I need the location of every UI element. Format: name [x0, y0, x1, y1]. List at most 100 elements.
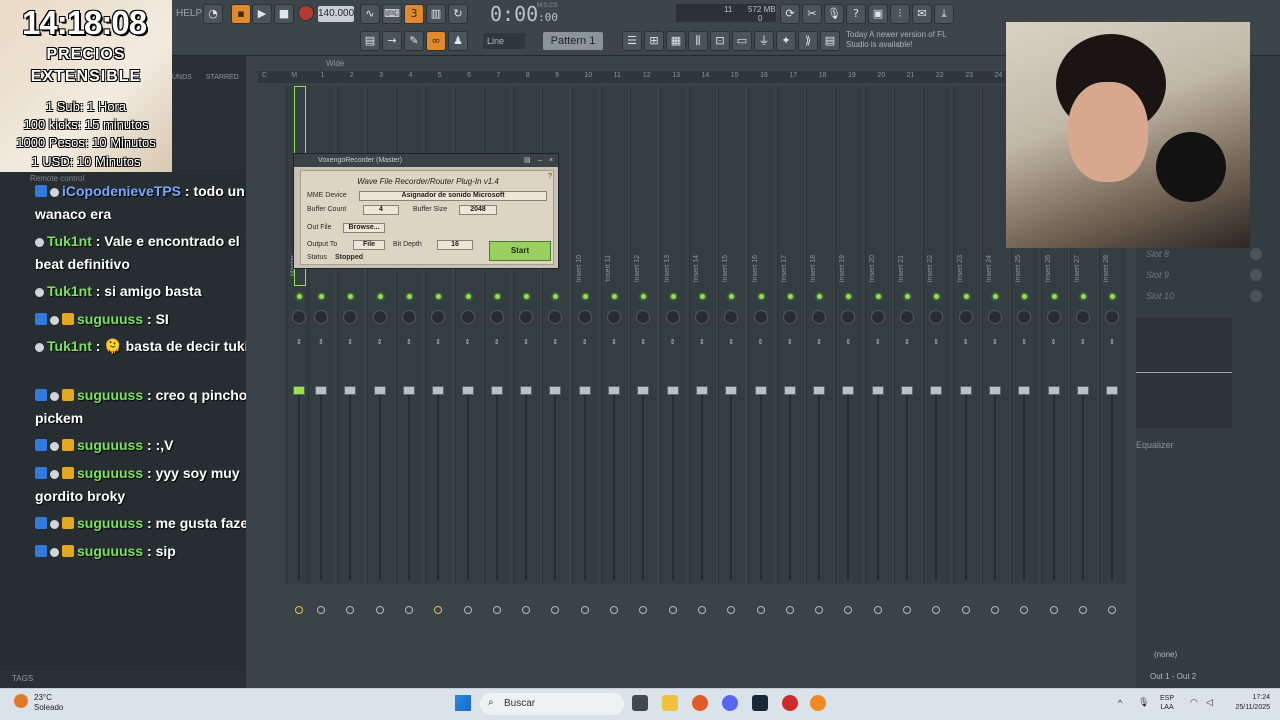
buffer-count-field[interactable]: 4 — [363, 205, 399, 215]
route-send-icon[interactable] — [404, 606, 413, 614]
fx-slot-10[interactable]: Slot 10 — [1136, 288, 1266, 304]
chat-username[interactable]: suguuuss — [77, 543, 143, 559]
stereo-separation-icon[interactable]: ⇕ — [670, 338, 676, 346]
pan-knob[interactable] — [694, 310, 709, 324]
pan-knob[interactable] — [812, 310, 827, 324]
input-select[interactable]: (none) — [1154, 650, 1177, 659]
stereo-separation-icon[interactable]: ⇕ — [875, 338, 881, 346]
browser-icon[interactable]: ▭ — [732, 31, 752, 51]
stereo-separation-icon[interactable]: ⇕ — [816, 338, 822, 346]
route-send-icon[interactable] — [1078, 606, 1087, 614]
channel-rack-icon[interactable]: ⊞ — [644, 31, 664, 51]
volume-fader[interactable] — [637, 386, 650, 395]
volume-fader[interactable] — [754, 386, 767, 395]
stereo-separation-icon[interactable]: ⇕ — [435, 338, 441, 346]
mixer-view-mode[interactable]: Wide — [326, 59, 344, 68]
volume-fader[interactable] — [959, 386, 972, 395]
eq-display[interactable] — [1136, 318, 1232, 428]
stereo-separation-icon[interactable]: ⇕ — [552, 338, 558, 346]
slot-mix-knob[interactable] — [1250, 290, 1262, 302]
route-send-icon[interactable] — [961, 606, 970, 614]
mute-led[interactable] — [699, 294, 705, 299]
pan-knob[interactable] — [665, 310, 680, 324]
pan-knob[interactable] — [519, 310, 534, 324]
plugin-menu-icon[interactable]: ▤ — [524, 154, 531, 167]
volume-fader[interactable] — [344, 386, 357, 395]
snap-select[interactable]: Line — [483, 33, 525, 49]
wave-icon[interactable]: ∿ — [360, 4, 380, 24]
stereo-separation-icon[interactable]: ⇕ — [523, 338, 529, 346]
buffer-size-field[interactable]: 2048 — [459, 205, 497, 215]
volume-fader[interactable] — [490, 386, 503, 395]
steam-icon[interactable] — [752, 695, 768, 711]
obs-icon[interactable] — [782, 695, 798, 711]
route-send-icon[interactable] — [375, 606, 384, 614]
volume-fader[interactable] — [1106, 386, 1119, 395]
chat-username[interactable]: suguuuss — [77, 465, 143, 481]
minimize-icon[interactable]: – — [538, 154, 542, 167]
stereo-separation-icon[interactable]: ⇕ — [728, 338, 734, 346]
stereo-separation-icon[interactable]: ⇕ — [582, 338, 588, 346]
pan-knob[interactable] — [782, 310, 797, 324]
help-menu[interactable]: HELP — [176, 8, 202, 19]
route-send-icon[interactable] — [990, 606, 999, 614]
mute-led[interactable] — [377, 294, 383, 299]
pan-knob[interactable] — [753, 310, 768, 324]
mixer-view-icon[interactable]: ⫼ — [688, 31, 708, 51]
chat-username[interactable]: suguuuss — [77, 437, 143, 453]
stereo-separation-icon[interactable]: ⇕ — [1021, 338, 1027, 346]
volume-fader[interactable] — [549, 386, 562, 395]
file-explorer-icon[interactable] — [662, 695, 678, 711]
mute-led[interactable] — [875, 294, 881, 299]
mute-led[interactable] — [1051, 294, 1057, 299]
piano-icon[interactable]: ▦ — [666, 31, 686, 51]
stereo-separation-icon[interactable]: ⇕ — [465, 338, 471, 346]
volume-fader[interactable] — [695, 386, 708, 395]
taskbar-search[interactable]: Buscar — [480, 693, 624, 715]
volume-fader[interactable] — [930, 386, 943, 395]
volume-fader[interactable] — [1076, 386, 1089, 395]
stereo-separation-icon[interactable]: ⇕ — [611, 338, 617, 346]
pan-knob[interactable] — [987, 310, 1002, 324]
loop-record-icon[interactable]: ↻ — [448, 4, 468, 24]
countdown-icon[interactable]: 3 — [404, 4, 424, 24]
volume-fader[interactable] — [783, 386, 796, 395]
project-icon[interactable]: ▤ — [820, 31, 840, 51]
pan-knob[interactable] — [958, 310, 973, 324]
pan-knob[interactable] — [372, 310, 387, 324]
mme-device-select[interactable]: Asignador de sonido Microsoft — [359, 191, 547, 201]
volume-fader[interactable] — [608, 386, 620, 395]
volume-fader[interactable] — [842, 386, 855, 395]
play-button[interactable]: ▶ — [252, 4, 272, 24]
browse-button[interactable]: Browse... — [343, 223, 385, 233]
pan-knob[interactable] — [607, 310, 621, 324]
chat-username[interactable]: Tuk1nt — [47, 283, 92, 299]
plug-icon[interactable]: ⏚ — [754, 31, 774, 51]
language-indicator[interactable]: ESP LAA — [1160, 694, 1174, 712]
pattern-selector[interactable]: Pattern 1 — [543, 32, 603, 50]
chat-username[interactable]: Tuk1nt — [47, 233, 92, 249]
pan-knob[interactable] — [870, 310, 885, 324]
playlist-icon[interactable]: ☰ — [622, 31, 642, 51]
stereo-separation-icon[interactable]: ⇕ — [963, 338, 969, 346]
mute-led[interactable] — [758, 294, 764, 299]
network-icon[interactable]: ◠ — [1190, 697, 1198, 708]
plugin-picker-icon[interactable]: ⊡ — [710, 31, 730, 51]
task-view-icon[interactable] — [632, 695, 648, 711]
route-send-icon[interactable] — [1049, 606, 1058, 614]
brave-browser-icon[interactable] — [692, 695, 708, 711]
volume-fader[interactable] — [432, 386, 445, 395]
metronome-icon[interactable]: ◔ — [203, 4, 223, 24]
save-icon[interactable]: ▣ — [868, 4, 888, 24]
stereo-separation-icon[interactable]: ⇕ — [992, 338, 998, 346]
route-send-icon[interactable] — [492, 606, 501, 614]
tab-starred[interactable]: STARRED — [206, 74, 239, 81]
stereo-separation-icon[interactable]: ⇕ — [1109, 338, 1115, 346]
link-icon[interactable]: ∞ — [426, 31, 446, 51]
tools-icon[interactable]: ✦ — [776, 31, 796, 51]
volume-fader[interactable] — [402, 386, 415, 395]
volume-fader[interactable] — [520, 386, 533, 395]
volume-fader[interactable] — [813, 386, 826, 395]
refresh-icon[interactable]: ⟳ — [780, 4, 800, 24]
plugin-titlebar[interactable]: VoxengoRecorder (Master) ▤ – × — [294, 154, 558, 167]
